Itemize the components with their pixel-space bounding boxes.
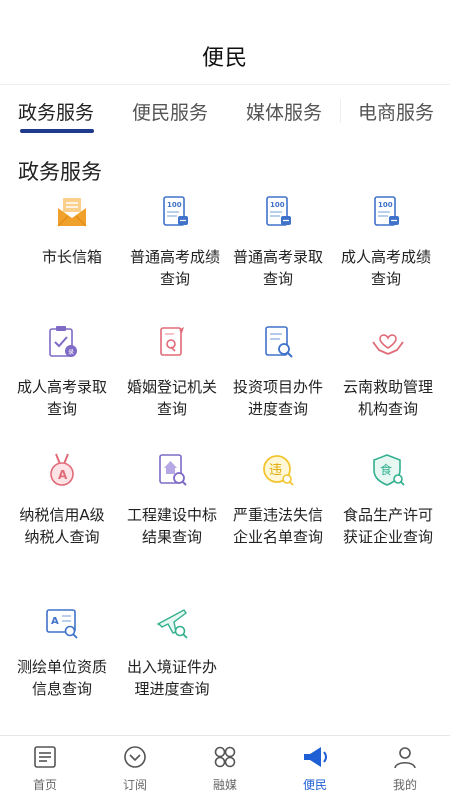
nav-label: 融媒 (212, 778, 237, 792)
svg-text:A: A (58, 468, 68, 482)
service-label: 婚姻登记机关查询 (126, 378, 217, 418)
tab-divider (340, 99, 341, 123)
service-label: 工程建设中标结果查询 (126, 506, 217, 546)
building-doc-icon (150, 448, 194, 492)
service-label: 严重违法失信企业名单查询 (232, 506, 323, 546)
category-tabs: 政务服务 便民服务 媒体服务 电商服务 (0, 84, 450, 136)
service-label: 投资项目办件进度查询 (232, 378, 323, 418)
tab-ecommerce-services[interactable]: 电商服务 (342, 85, 450, 137)
document-search-icon (256, 320, 300, 364)
service-label: 测绘单位资质信息查询 (16, 658, 107, 698)
nav-convenience[interactable]: 便民 (270, 736, 360, 800)
subscribe-icon (120, 742, 150, 772)
service-exit-entry-progress[interactable]: 出入境证件办理进度查询 (116, 600, 228, 700)
svg-text:100: 100 (167, 201, 182, 209)
service-surveying-qualification[interactable]: A 测绘单位资质信息查询 (6, 600, 118, 700)
nav-label: 便民 (302, 778, 327, 792)
marriage-doc-icon (150, 320, 194, 364)
service-dishonest-enterprises[interactable]: 违 严重违法失信企业名单查询 (222, 448, 334, 548)
airplane-search-icon (150, 600, 194, 644)
service-adult-exam-score[interactable]: 100 成人高考成绩查询 (330, 190, 442, 290)
nav-home[interactable]: 首页 (0, 736, 90, 800)
service-label: 成人高考成绩查询 (340, 248, 431, 288)
clipboard-check-icon: 录 (40, 320, 84, 364)
title-bar: 便民 (0, 0, 450, 84)
score-100-icon: 100 (153, 190, 197, 234)
service-food-license[interactable]: 食 食品生产许可获证企业查询 (332, 448, 444, 548)
svg-text:录: 录 (68, 348, 74, 356)
service-label: 市长信箱 (41, 248, 102, 266)
food-license-icon: 食 (366, 448, 410, 492)
service-label: 成人高考录取查询 (16, 378, 107, 418)
bottom-navigation: 首页 订阅 融媒 便民 我的 (0, 735, 450, 800)
svg-text:100: 100 (270, 201, 285, 209)
service-label: 云南救助管理机构查询 (342, 378, 433, 418)
service-label: 食品生产许可获证企业查询 (342, 506, 433, 546)
mail-envelope-icon (50, 190, 94, 234)
nav-subscribe[interactable]: 订阅 (90, 736, 180, 800)
service-investment-progress[interactable]: 投资项目办件进度查询 (222, 320, 334, 420)
nav-label: 我的 (392, 778, 417, 792)
service-adult-exam-admission[interactable]: 录 成人高考录取查询 (6, 320, 118, 420)
service-label: 普通高考录取查询 (232, 248, 323, 288)
svg-text:A: A (51, 616, 59, 627)
service-marriage-office[interactable]: 婚姻登记机关查询 (116, 320, 228, 420)
news-icon (30, 742, 60, 772)
media-grid-icon (210, 742, 240, 772)
nav-media[interactable]: 融媒 (180, 736, 270, 800)
nav-label: 订阅 (122, 778, 147, 792)
service-label: 纳税信用A级纳税人查询 (19, 506, 105, 546)
tab-convenience-services[interactable]: 便民服务 (112, 85, 228, 137)
user-icon (390, 742, 420, 772)
service-rescue-agency[interactable]: 云南救助管理机构查询 (332, 320, 444, 420)
service-gaokao-score[interactable]: 100 普通高考成绩查询 (119, 190, 231, 290)
violation-badge-icon: 违 (256, 448, 300, 492)
service-construction-bid[interactable]: 工程建设中标结果查询 (116, 448, 228, 548)
page-title: 便民 (201, 46, 248, 71)
medal-a-icon: A (40, 448, 84, 492)
service-tax-credit-a[interactable]: A 纳税信用A级纳税人查询 (6, 448, 118, 548)
active-tab-indicator (20, 129, 94, 133)
score-100-icon: 100 (256, 190, 300, 234)
section-title: 政务服务 (18, 160, 102, 184)
service-label: 普通高考成绩查询 (129, 248, 220, 288)
svg-text:食: 食 (380, 462, 392, 477)
svg-text:违: 违 (269, 463, 282, 478)
service-gaokao-admission[interactable]: 100 普通高考录取查询 (222, 190, 334, 290)
megaphone-icon (300, 742, 330, 772)
service-mayor-mailbox[interactable]: 市长信箱 (16, 190, 128, 268)
nav-profile[interactable]: 我的 (360, 736, 450, 800)
score-100-icon: 100 (364, 190, 408, 234)
survey-compass-icon: A (40, 600, 84, 644)
nav-label: 首页 (32, 778, 57, 792)
svg-text:100: 100 (378, 201, 393, 209)
heart-hands-icon (366, 320, 410, 364)
service-label: 出入境证件办理进度查询 (126, 658, 217, 698)
tab-media-services[interactable]: 媒体服务 (228, 85, 340, 137)
